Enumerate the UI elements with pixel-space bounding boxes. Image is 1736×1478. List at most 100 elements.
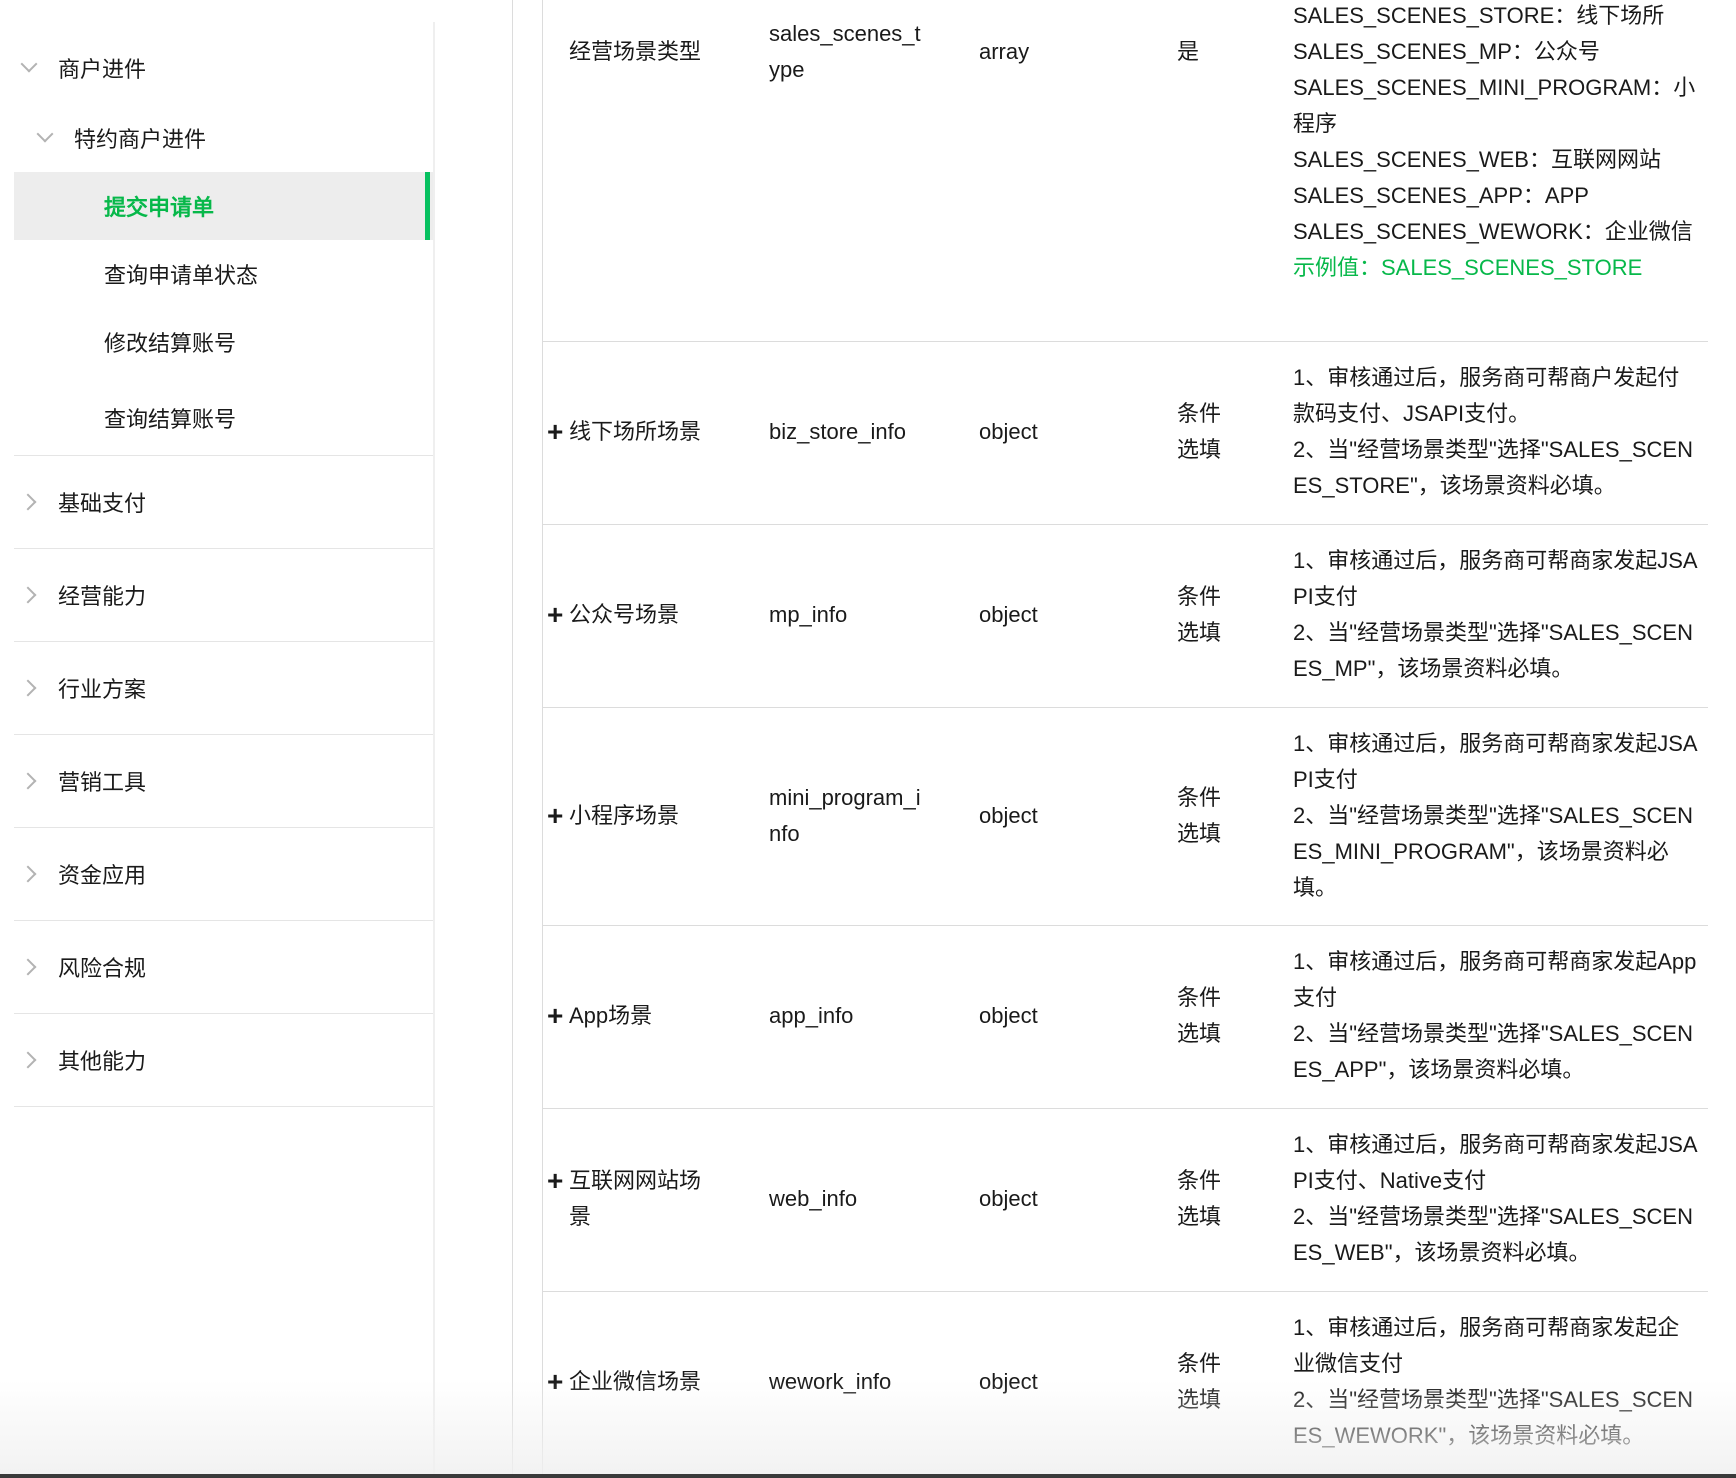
expand-plus-icon[interactable]: + [547,998,569,1034]
chevron-down-icon [30,122,62,154]
desc-line: 2、当"经营场景类型"选择"SALES_SCENES_WEWORK"，该场景资料… [1293,1387,1693,1448]
desc-line: SALES_SCENES_WEWORK：企业微信 [1293,219,1693,244]
sidebar-item-label: 提交申请单 [104,195,215,220]
sidebar-divider [433,22,435,1478]
window-bottom-edge [0,1474,1736,1478]
param-type-cell: object [979,419,1038,444]
sidebar-item-label: 查询申请单状态 [104,263,259,288]
content-divider [512,0,513,1478]
sidebar-section-merchant-onboarding[interactable]: 商户进件 [14,40,434,96]
expand-plus-icon[interactable]: + [547,1163,569,1199]
param-name-cell[interactable]: + 互联网网站场景 [547,1163,707,1235]
param-type-cell: object [979,1003,1038,1028]
param-field-cell: wework_info [769,1369,892,1394]
table-row: + 企业微信场景 wework_info object 条件选填 1、审核通过后，… [543,1292,1708,1478]
sidebar-item-label: 修改结算账号 [104,331,237,356]
expand-plus-icon[interactable]: + [547,414,569,450]
desc-line: 2、当"经营场景类型"选择"SALES_SCENES_APP"，该场景资料必填。 [1293,1021,1693,1082]
desc-line: SALES_SCENES_WEB：互联网网站 [1293,147,1661,172]
desc-line: SALES_SCENES_STORE：线下场所 [1293,3,1665,28]
expand-plus-icon[interactable]: + [547,1364,569,1400]
param-name-cell[interactable]: + 线下场所场景 [547,414,707,450]
chevron-right-icon [14,672,46,704]
table-row: + 公众号场景 mp_info object 条件选填 1、审核通过后，服务商可帮… [543,525,1708,708]
sidebar-group-business-capability[interactable]: 经营能力 [14,549,434,642]
desc-line: 1、审核通过后，服务商可帮商家发起JSAPI支付 [1293,731,1698,792]
desc-line: 1、审核通过后，服务商可帮商家发起JSAPI支付 [1293,548,1698,609]
param-required-cell: 条件选填 [1177,1351,1222,1412]
param-desc-cell: 1、审核通过后，服务商可帮商家发起App支付 2、当"经营场景类型"选择"SAL… [1293,944,1698,1088]
sidebar-item-query-settlement-account[interactable]: 查询结算账号 [14,380,434,456]
param-required-cell: 条件选填 [1177,584,1222,645]
table-row: + 互联网网站场景 web_info object 条件选填 1、审核通过后，服务… [543,1109,1708,1292]
desc-line: SALES_SCENES_APP：APP [1293,183,1589,208]
param-required-cell: 条件选填 [1177,785,1222,846]
chevron-right-icon [14,579,46,611]
table-row: + App场景 app_info object 条件选填 1、审核通过后，服务商可… [543,926,1708,1109]
sidebar-item-modify-settlement-account[interactable]: 修改结算账号 [14,312,434,372]
desc-line: 1、审核通过后，服务商可帮商家发起企业微信支付 [1293,1315,1680,1376]
sidebar-group-other-capabilities[interactable]: 其他能力 [14,1014,434,1107]
sidebar-section-label: 商户进件 [58,57,147,82]
sidebar-group-fund-applications[interactable]: 资金应用 [14,828,434,921]
param-field-cell: app_info [769,1003,854,1028]
param-name-cell[interactable]: + App场景 [547,998,707,1034]
sidebar-group-label: 营销工具 [58,770,147,795]
param-desc-cell: 1、审核通过后，服务商可帮商户发起付款码支付、JSAPI支付。 2、当"经营场景… [1293,360,1698,504]
sidebar-group-label: 其他能力 [58,1049,147,1074]
expand-plus-icon[interactable]: + [547,798,569,834]
param-desc-cell: 1、审核通过后，服务商可帮商家发起JSAPI支付、Native支付 2、当"经营… [1293,1127,1698,1271]
param-required-cell: 条件选填 [1177,401,1222,462]
param-name-cell[interactable]: + 小程序场景 [547,798,707,834]
param-name-cell[interactable]: + 公众号场景 [547,597,707,633]
param-desc-cell: 1、审核通过后，服务商可帮商家发起JSAPI支付 2、当"经营场景类型"选择"S… [1293,543,1698,687]
desc-line: SALES_SCENES_MP：公众号 [1293,39,1600,64]
param-required-cell: 条件选填 [1177,1168,1222,1229]
desc-line: 2、当"经营场景类型"选择"SALES_SCENES_MP"，该场景资料必填。 [1293,620,1693,681]
table-row: 经营场景类型 sales_scenes_type array 是 SALES_S… [543,0,1708,342]
param-desc-cell: 1、审核通过后，服务商可帮商家发起企业微信支付 2、当"经营场景类型"选择"SA… [1293,1310,1698,1454]
sidebar-item-submit-application[interactable]: 提交申请单 [14,172,434,240]
sidebar-group-label: 行业方案 [58,677,147,702]
desc-line: SALES_SCENES_MINI_PROGRAM：小程序 [1293,75,1696,136]
param-field-cell: sales_scenes_type [769,21,921,82]
desc-line: 2、当"经营场景类型"选择"SALES_SCENES_WEB"，该场景资料必填。 [1293,1204,1693,1265]
param-type-cell: object [979,1186,1038,1211]
param-field-cell: mini_program_info [769,785,921,846]
chevron-right-icon [14,765,46,797]
sidebar-group-label: 资金应用 [58,863,147,888]
sidebar-subsection-special-merchant[interactable]: 特约商户进件 [14,110,434,166]
sidebar-item-query-application-status[interactable]: 查询申请单状态 [14,244,434,304]
sidebar-group-marketing-tools[interactable]: 营销工具 [14,735,434,828]
param-name-cell[interactable]: + 企业微信场景 [547,1364,707,1400]
param-desc-cell: SALES_SCENES_STORE：线下场所 SALES_SCENES_MP：… [1293,0,1698,286]
param-field-cell: web_info [769,1186,858,1211]
param-type-cell: array [979,39,1030,64]
chevron-right-icon [14,1044,46,1076]
sidebar-group-basic-payment[interactable]: 基础支付 [14,456,434,549]
param-type-cell: object [979,1369,1038,1394]
sidebar-group-industry-solutions[interactable]: 行业方案 [14,642,434,735]
sidebar-group-label: 风险合规 [58,956,147,981]
sidebar-group-label: 基础支付 [58,491,147,516]
sidebar-group-label: 经营能力 [58,584,147,609]
param-field-cell: biz_store_info [769,419,906,444]
param-required-cell: 条件选填 [1177,985,1222,1046]
expand-plus-icon[interactable]: + [547,597,569,633]
chevron-right-icon [14,486,46,518]
desc-line: 1、审核通过后，服务商可帮商户发起付款码支付、JSAPI支付。 [1293,365,1680,426]
param-type-cell: object [979,602,1038,627]
desc-line: 1、审核通过后，服务商可帮商家发起App支付 [1293,949,1697,1010]
desc-line: 1、审核通过后，服务商可帮商家发起JSAPI支付、Native支付 [1293,1132,1698,1193]
sidebar-subsection-label: 特约商户进件 [74,127,207,152]
param-desc-cell: 1、审核通过后，服务商可帮商家发起JSAPI支付 2、当"经营场景类型"选择"S… [1293,726,1698,906]
param-name-cell: 经营场景类型 [569,39,702,64]
chevron-right-icon [14,858,46,890]
sidebar-item-label: 查询结算账号 [104,406,237,432]
chevron-down-icon [14,52,46,84]
param-required-cell: 是 [1177,39,1200,64]
table-row: + 线下场所场景 biz_store_info object 条件选填 1、审核通… [543,342,1708,525]
sidebar-group-risk-compliance[interactable]: 风险合规 [14,921,434,1014]
sidebar-nav: 商户进件 特约商户进件 提交申请单 查询申请单状态 修改结算账号 查询结算账号 … [0,0,435,1478]
desc-example: 示例值：SALES_SCENES_STORE [1293,255,1643,280]
